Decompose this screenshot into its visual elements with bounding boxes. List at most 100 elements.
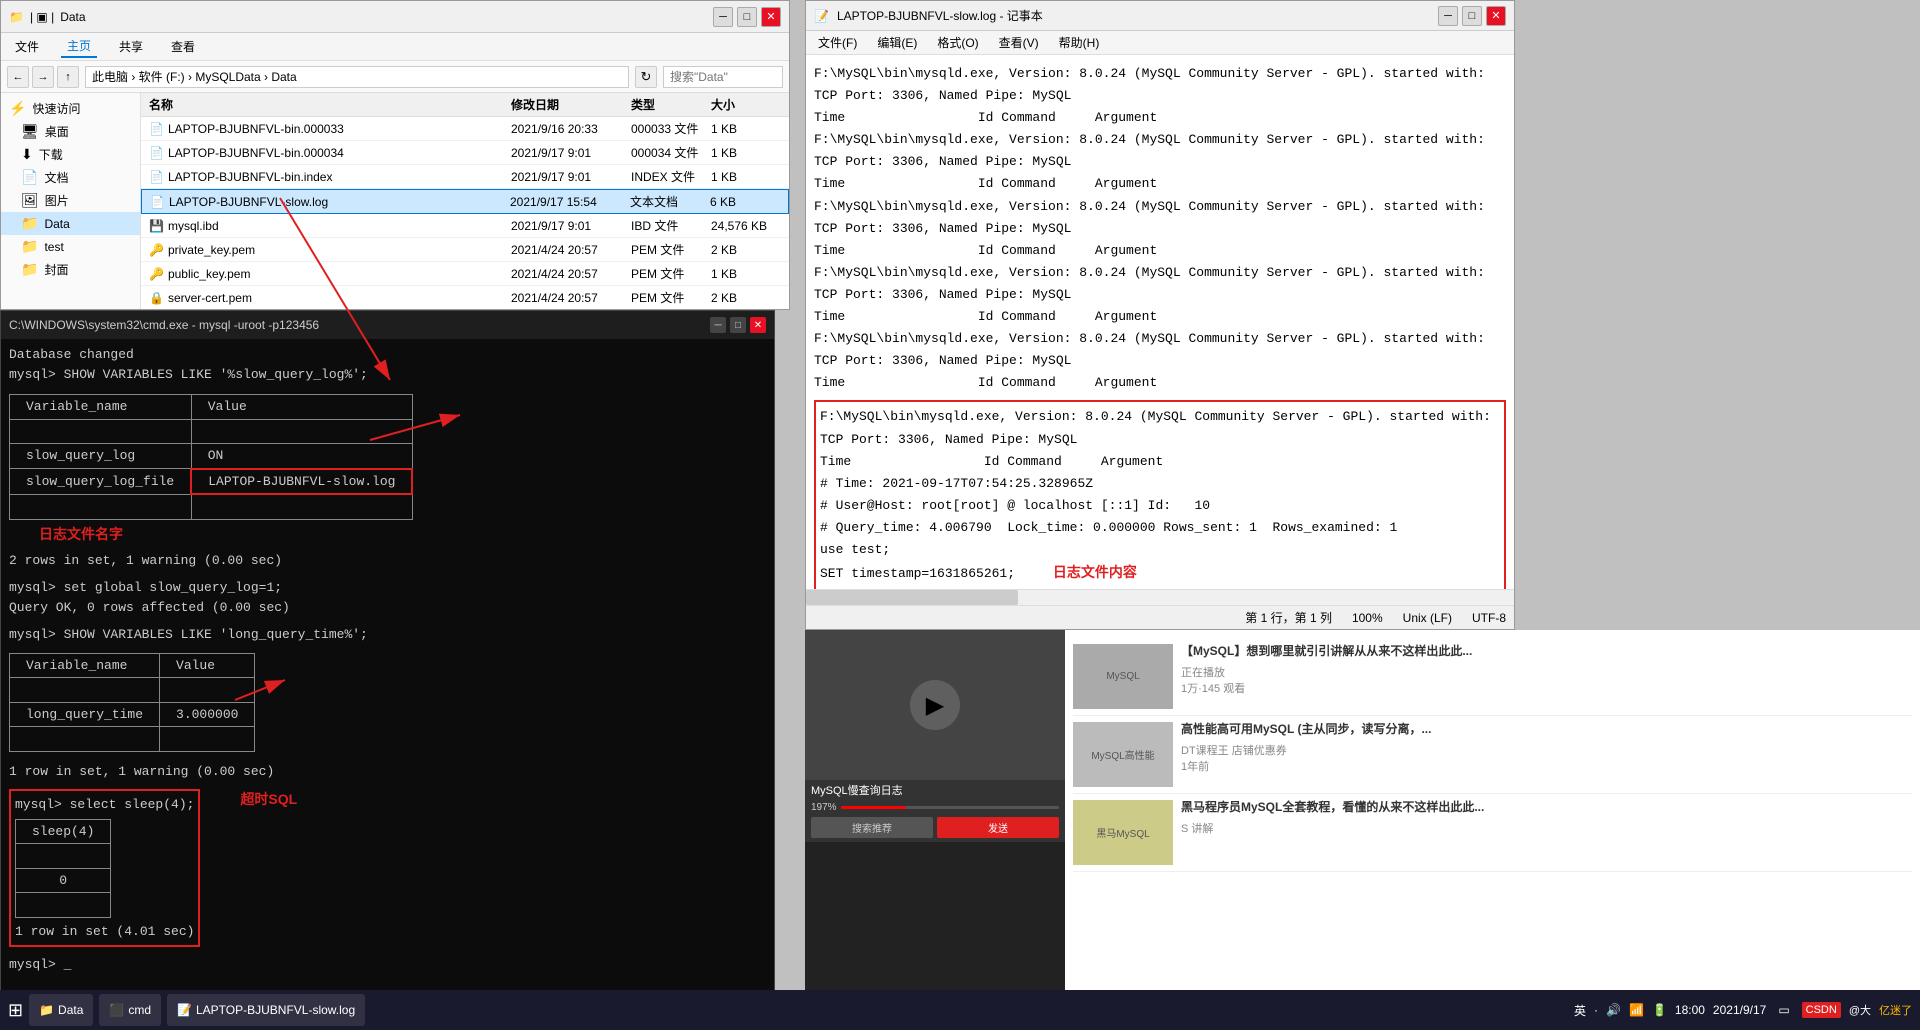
- notepad-line: SET timestamp=1631865261; 日志文件内容: [820, 561, 1500, 585]
- file-explorer-titlebar: 📁 | ▣ | Data ─ □ ✕: [1, 1, 789, 33]
- video-info: MySQL慢查询日志 197% 搜索推荐 发送: [805, 780, 1065, 842]
- sidebar-item-downloads[interactable]: ⬇ 下载: [1, 143, 140, 166]
- slow-log-file-value: LAPTOP-BJUBNFVL-slow.log: [191, 469, 412, 495]
- vid-info: 高性能高可用MySQL (主从同步，读写分离，... DT课程王 店铺优惠券 1…: [1181, 722, 1912, 787]
- close-button[interactable]: ✕: [761, 7, 781, 27]
- recommend-button[interactable]: 搜索推荐: [811, 817, 933, 838]
- notepad-line: F:\MySQL\bin\mysqld.exe, Version: 8.0.24…: [814, 63, 1506, 85]
- file-icon: 🔒: [149, 291, 164, 305]
- quickaccess-icon: ⚡: [9, 100, 26, 117]
- cmd-line: 2 rows in set, 1 warning (0.00 sec): [9, 551, 766, 571]
- notepad-line: Time Id Command Argument: [814, 173, 1506, 195]
- up-button[interactable]: ↑: [57, 66, 79, 88]
- notepad-maximize-button[interactable]: □: [1462, 6, 1482, 26]
- menu-edit[interactable]: 编辑(E): [873, 32, 921, 53]
- cmd-close-button[interactable]: ✕: [750, 317, 766, 333]
- sidebar-item-documents[interactable]: 📄 文档: [1, 166, 140, 189]
- sidebar-label-quickaccess: 快速访问: [32, 100, 80, 117]
- cover-folder-icon: 📁: [21, 261, 38, 278]
- sidebar-item-cover[interactable]: 📁 封面: [1, 258, 140, 281]
- video-list: MySQL 【MySQL】想到哪里就引引讲解从从来不这样出此此... 正在播放 …: [1065, 630, 1920, 1000]
- menu-format[interactable]: 格式(O): [933, 32, 982, 53]
- file-icon: 📄: [149, 170, 164, 184]
- notepad-line: Time Id Command Argument: [814, 372, 1506, 394]
- notepad-content-area[interactable]: F:\MySQL\bin\mysqld.exe, Version: 8.0.24…: [806, 55, 1514, 589]
- status-zoom: 100%: [1352, 611, 1383, 625]
- notepad-line: F:\MySQL\bin\mysqld.exe, Version: 8.0.24…: [814, 328, 1506, 350]
- maximize-button[interactable]: □: [737, 7, 757, 27]
- tray-show-desktop[interactable]: ▭: [1774, 1003, 1793, 1017]
- video-thumbnail: ▶: [805, 630, 1065, 780]
- breadcrumb[interactable]: 此电脑 › 软件 (F:) › MySQLData › Data: [85, 66, 629, 88]
- col-size: 大小: [711, 96, 781, 113]
- table-row[interactable]: 🔑private_key.pem 2021/4/24 20:57 PEM 文件 …: [141, 238, 789, 262]
- notepad-hscroll[interactable]: [806, 589, 1514, 605]
- sidebar-label-cover: 封面: [44, 261, 68, 278]
- notepad-close-button[interactable]: ✕: [1486, 6, 1506, 26]
- ribbon-tab-view[interactable]: 查看: [165, 36, 201, 57]
- back-button[interactable]: ←: [7, 66, 29, 88]
- ribbon-tab-file[interactable]: 文件: [9, 36, 45, 57]
- refresh-button[interactable]: ↻: [635, 66, 657, 88]
- table-row[interactable]: 💾mysql.ibd 2021/9/17 9:01 IBD 文件 24,576 …: [141, 214, 789, 238]
- vid-thumb: 黑马MySQL: [1073, 800, 1173, 865]
- menu-file[interactable]: 文件(F): [814, 32, 861, 53]
- notepad-window: 📝 LAPTOP-BJUBNFVL-slow.log - 记事本 ─ □ ✕ 文…: [805, 0, 1515, 630]
- col-name: 名称: [149, 96, 511, 113]
- taskbar-notepad[interactable]: 📝 LAPTOP-BJUBNFVL-slow.log: [167, 994, 365, 1026]
- cmd-maximize-button[interactable]: □: [730, 317, 746, 333]
- search-input[interactable]: [663, 66, 783, 88]
- cast-button[interactable]: 发送: [937, 817, 1059, 838]
- sidebar-item-data[interactable]: 📁 Data: [1, 212, 140, 235]
- notepad-line: TCP Port: 3306, Named Pipe: MySQL: [814, 284, 1506, 306]
- vid-meta: 正在播放: [1181, 664, 1912, 680]
- downloads-icon: ⬇: [21, 146, 33, 163]
- notepad-minimize-button[interactable]: ─: [1438, 6, 1458, 26]
- sidebar-item-pictures[interactable]: 🖼 图片: [1, 189, 140, 212]
- tray-network-icon[interactable]: 📶: [1629, 1003, 1644, 1017]
- sidebar-label-downloads: 下载: [39, 146, 63, 163]
- cmd-minimize-button[interactable]: ─: [710, 317, 726, 333]
- table-row-selected[interactable]: 📄LAPTOP-BJUBNFVL-slow.log 2021/9/17 15:5…: [141, 189, 789, 214]
- minimize-button[interactable]: ─: [713, 7, 733, 27]
- table-row[interactable]: 🔑public_key.pem 2021/4/24 20:57 PEM 文件 1…: [141, 262, 789, 286]
- notepad-line: Time Id Command Argument: [814, 240, 1506, 262]
- list-item[interactable]: 黑马MySQL 黑马程序员MySQL全套教程，看懂的从来不这样出此此... S …: [1073, 794, 1912, 872]
- file-explorer-taskbar-icon: 📁: [39, 1003, 54, 1017]
- tray-battery-icon[interactable]: 🔋: [1652, 1003, 1667, 1017]
- table-row[interactable]: 📄LAPTOP-BJUBNFVL-bin.index 2021/9/17 9:0…: [141, 165, 789, 189]
- table-row[interactable]: 📄LAPTOP-BJUBNFVL-bin.000034 2021/9/17 9:…: [141, 141, 789, 165]
- notepad-line: TCP Port: 3306, Named Pipe: MySQL: [814, 85, 1506, 107]
- cmd-line: Query OK, 0 rows affected (0.00 sec): [9, 598, 766, 618]
- table-row[interactable]: 🔒server-cert.pem 2021/4/24 20:57 PEM 文件 …: [141, 286, 789, 309]
- video-controls[interactable]: 197%: [811, 802, 1059, 813]
- cmd-line: mysql> set global slow_query_log=1;: [9, 578, 766, 598]
- play-button[interactable]: ▶: [910, 680, 960, 730]
- tray-lang[interactable]: 英: [1574, 1002, 1586, 1019]
- progress-track[interactable]: [841, 806, 1059, 809]
- table-row[interactable]: 📄LAPTOP-BJUBNFVL-bin.000033 2021/9/16 20…: [141, 117, 789, 141]
- cmd-content-area[interactable]: Database changed mysql> SHOW VARIABLES L…: [1, 339, 774, 1029]
- taskbar-file-explorer[interactable]: 📁 Data: [29, 994, 93, 1026]
- menu-help[interactable]: 帮助(H): [1055, 32, 1104, 53]
- vid-info: 【MySQL】想到哪里就引引讲解从从来不这样出此此... 正在播放 1万·145…: [1181, 644, 1912, 709]
- vid-title: 【MySQL】想到哪里就引引讲解从从来不这样出此此...: [1181, 644, 1912, 660]
- notepad-line: TCP Port: 3306, Named Pipe: MySQL: [814, 218, 1506, 240]
- sidebar-item-desktop[interactable]: 🖥 桌面: [1, 120, 140, 143]
- ribbon-tab-share[interactable]: 共享: [113, 36, 149, 57]
- address-bar: ← → ↑ 此电脑 › 软件 (F:) › MySQLData › Data ↻: [1, 61, 789, 93]
- file-icon: 📄: [150, 195, 165, 209]
- list-item[interactable]: MySQL 【MySQL】想到哪里就引引讲解从从来不这样出此此... 正在播放 …: [1073, 638, 1912, 716]
- col-date: 修改日期: [511, 96, 631, 113]
- sidebar-item-test[interactable]: 📁 test: [1, 235, 140, 258]
- sidebar-item-quickaccess[interactable]: ⚡ 快速访问: [1, 97, 140, 120]
- ribbon-tab-home[interactable]: 主页: [61, 35, 97, 58]
- menu-view[interactable]: 查看(V): [995, 32, 1043, 53]
- taskbar-cmd[interactable]: ⬛ cmd: [99, 994, 161, 1026]
- notepad-line: F:\MySQL\bin\mysqld.exe, Version: 8.0.24…: [820, 406, 1500, 428]
- explorer-title: Data: [60, 10, 85, 24]
- tray-volume-icon[interactable]: 🔊: [1606, 1003, 1621, 1017]
- list-item[interactable]: MySQL高性能 高性能高可用MySQL (主从同步，读写分离，... DT课程…: [1073, 716, 1912, 794]
- start-button-area[interactable]: ⊞: [8, 1000, 23, 1021]
- forward-button[interactable]: →: [32, 66, 54, 88]
